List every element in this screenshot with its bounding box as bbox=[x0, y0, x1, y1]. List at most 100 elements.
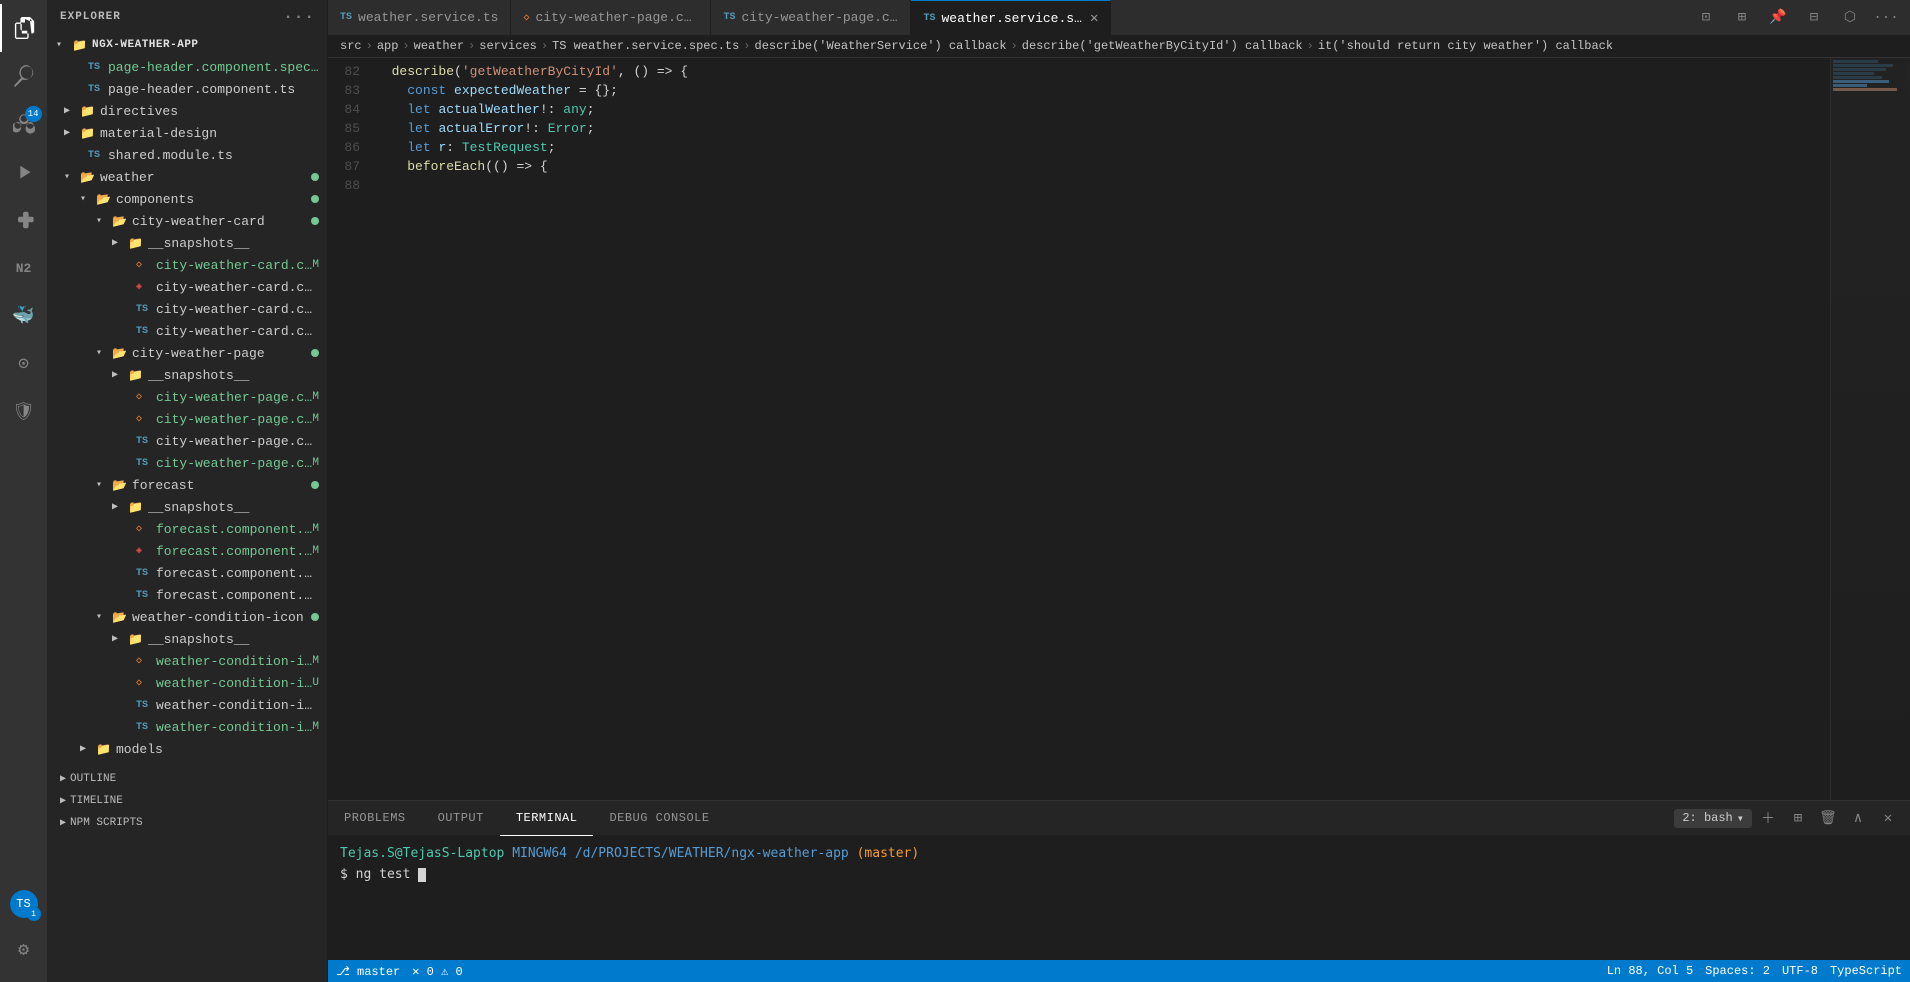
code-line: beforeEach(() => { bbox=[376, 157, 1830, 176]
list-item[interactable]: ▶ 📁 directives bbox=[48, 100, 327, 122]
list-item[interactable]: ▾ 📂 city-weather-card bbox=[48, 210, 327, 232]
file-label: city-weather-card.component.spec... bbox=[156, 302, 319, 317]
extensions-icon[interactable] bbox=[0, 196, 48, 244]
modified-dot bbox=[311, 613, 319, 621]
tab-city-weather-spec[interactable]: TS city-weather-page.component.spec.ts bbox=[711, 0, 911, 35]
user-avatar[interactable]: TS 1 bbox=[10, 890, 38, 918]
new-terminal-button[interactable]: ＋ bbox=[1754, 804, 1782, 832]
open-editors-icon[interactable]: ⊡ bbox=[1690, 2, 1722, 34]
tab-weather-service-spec[interactable]: TS weather.service.spec.ts ✕ bbox=[911, 0, 1111, 35]
breadcrumb-sep: › bbox=[1011, 39, 1018, 53]
file-label: __snapshots__ bbox=[148, 236, 319, 251]
status-branch[interactable]: ⎇ master bbox=[336, 964, 400, 979]
tab-city-weather-html[interactable]: ◇ city-weather-page.component.html bbox=[511, 0, 711, 35]
tab-weather-service-ts[interactable]: TS weather.service.ts bbox=[328, 0, 511, 35]
outline-section[interactable]: ▶ OUTLINE bbox=[48, 768, 327, 790]
code-line: describe('getWeatherByCityId', () => { bbox=[376, 62, 1830, 81]
terminal-shell-selector[interactable]: 2: bash ▾ bbox=[1674, 809, 1752, 828]
list-item[interactable]: ▾ 📂 city-weather-page bbox=[48, 342, 327, 364]
file-label: __snapshots__ bbox=[148, 632, 319, 647]
list-item[interactable]: TS forecast.component.ts bbox=[48, 584, 327, 606]
tab-debug-console[interactable]: DEBUG CONSOLE bbox=[593, 801, 725, 836]
code-line: let actualWeather!: any; bbox=[376, 100, 1830, 119]
breadcrumb-sep: › bbox=[468, 39, 475, 53]
list-item[interactable]: TS weather-condition-icon.componen... bbox=[48, 694, 327, 716]
sidebar-header: EXPLORER ··· bbox=[48, 0, 327, 34]
status-spaces[interactable]: Spaces: 2 bbox=[1705, 964, 1770, 978]
search-icon[interactable] bbox=[0, 52, 48, 100]
file-label: __snapshots__ bbox=[148, 368, 319, 383]
list-item[interactable]: TS city-weather-page.compone... M bbox=[48, 452, 327, 474]
list-item[interactable]: ▾ 📂 weather bbox=[48, 166, 327, 188]
status-encoding[interactable]: UTF-8 bbox=[1782, 964, 1818, 978]
list-item[interactable]: ▶ 📁 __snapshots__ bbox=[48, 232, 327, 254]
close-panel-button[interactable]: ✕ bbox=[1874, 804, 1902, 832]
shield-icon[interactable]: 🛡 bbox=[0, 388, 48, 436]
list-item[interactable]: TS city-weather-card.component.spec... bbox=[48, 298, 327, 320]
list-item[interactable]: TS city-weather-page.component.spe... bbox=[48, 430, 327, 452]
tree-root[interactable]: ▾ 📁 NGX-WEATHER-APP bbox=[48, 34, 327, 56]
list-item[interactable]: ◇ city-weather-page.compone... M bbox=[48, 408, 327, 430]
maximize-panel-button[interactable]: ∧ bbox=[1844, 804, 1872, 832]
breadcrumb-app: app bbox=[377, 39, 399, 53]
list-item[interactable]: ▾ 📂 weather-condition-icon bbox=[48, 606, 327, 628]
more-options-icon[interactable]: ··· bbox=[1870, 2, 1902, 34]
breadcrumb-it: it('should return city weather') callbac… bbox=[1318, 39, 1613, 53]
status-cursor-position[interactable]: Ln 88, Col 5 bbox=[1607, 964, 1693, 978]
list-item[interactable]: ▶ 📁 __snapshots__ bbox=[48, 496, 327, 518]
file-label: city-weather-card bbox=[132, 214, 311, 229]
tab-output[interactable]: OUTPUT bbox=[422, 801, 500, 836]
n2-icon[interactable]: N2 bbox=[0, 244, 48, 292]
split-editor-icon[interactable]: ⊞ bbox=[1726, 2, 1758, 34]
status-language[interactable]: TypeScript bbox=[1830, 964, 1902, 978]
list-item[interactable]: TS page-header.component.spec.. bbox=[48, 56, 327, 78]
folder-open-icon: 📂 bbox=[112, 214, 128, 229]
list-item[interactable]: TS weather-condition-icon.com... M bbox=[48, 716, 327, 738]
list-item[interactable]: ▶ 📁 models bbox=[48, 738, 327, 760]
toggle-panel-icon[interactable]: ⊟ bbox=[1798, 2, 1830, 34]
tab-problems[interactable]: PROBLEMS bbox=[328, 801, 422, 836]
list-item[interactable]: ◇ weather-condition-icon.comp... U bbox=[48, 672, 327, 694]
layout-icon[interactable]: ⬡ bbox=[1834, 2, 1866, 34]
list-item[interactable]: TS forecast.component.spec.ts bbox=[48, 562, 327, 584]
tab-close-button[interactable]: ✕ bbox=[1090, 10, 1098, 27]
list-item[interactable]: ◇ weather-condition-icon.com... M bbox=[48, 650, 327, 672]
kill-terminal-button[interactable]: 🗑 bbox=[1814, 804, 1842, 832]
list-item[interactable]: ▶ 📁 material-design bbox=[48, 122, 327, 144]
scss-file-icon: ◈ bbox=[136, 545, 152, 557]
explorer-icon[interactable] bbox=[0, 4, 48, 52]
list-item[interactable]: ▶ 📁 __snapshots__ bbox=[48, 364, 327, 386]
list-item[interactable]: TS city-weather-card.component.ts bbox=[48, 320, 327, 342]
list-item[interactable]: ▶ 📁 __snapshots__ bbox=[48, 628, 327, 650]
list-item[interactable]: ▾ 📂 forecast bbox=[48, 474, 327, 496]
timeline-section[interactable]: ▶ TIMELINE bbox=[48, 790, 327, 812]
remote-icon[interactable]: ⊙ bbox=[0, 340, 48, 388]
terminal-content[interactable]: Tejas.S@TejasS-Laptop MINGW64 /d/PROJECT… bbox=[328, 836, 1910, 960]
code-line: const expectedWeather = {}; bbox=[376, 81, 1830, 100]
docker-icon[interactable]: 🐳 bbox=[0, 292, 48, 340]
file-label: shared.module.ts bbox=[108, 148, 319, 163]
pinned-icon[interactable]: 📌 bbox=[1762, 2, 1794, 34]
source-control-icon[interactable]: 14 bbox=[0, 100, 48, 148]
run-debug-icon[interactable] bbox=[0, 148, 48, 196]
list-item[interactable]: ◈ forecast.component.scss M bbox=[48, 540, 327, 562]
file-label: forecast.component.ts bbox=[156, 588, 319, 603]
code-editor[interactable]: 82 83 84 85 86 87 88 describe('getWeathe… bbox=[328, 58, 1830, 800]
split-terminal-button[interactable]: ⊞ bbox=[1784, 804, 1812, 832]
list-item[interactable]: ▾ 📂 components bbox=[48, 188, 327, 210]
list-item[interactable]: TS page-header.component.ts bbox=[48, 78, 327, 100]
list-item[interactable]: ◇ city-weather-card.component... M bbox=[48, 254, 327, 276]
tab-output-label: OUTPUT bbox=[438, 811, 484, 825]
list-item[interactable]: ◇ city-weather-page.compone... M bbox=[48, 386, 327, 408]
sidebar-menu-button[interactable]: ··· bbox=[283, 8, 315, 26]
list-item[interactable]: TS shared.module.ts bbox=[48, 144, 327, 166]
tab-terminal[interactable]: TERMINAL bbox=[500, 801, 594, 836]
status-errors[interactable]: ✕ 0 ⚠ 0 bbox=[412, 964, 462, 979]
section-arrow: ▶ bbox=[60, 795, 66, 807]
file-label: weather-condition-icon.com... bbox=[156, 720, 312, 735]
settings-icon[interactable]: ⚙ bbox=[0, 926, 48, 974]
npm-scripts-section[interactable]: ▶ NPM SCRIPTS bbox=[48, 812, 327, 834]
folder-icon: 📁 bbox=[128, 368, 144, 383]
list-item[interactable]: ◈ city-weather-card.component.scss bbox=[48, 276, 327, 298]
list-item[interactable]: ◇ forecast.component.html M bbox=[48, 518, 327, 540]
